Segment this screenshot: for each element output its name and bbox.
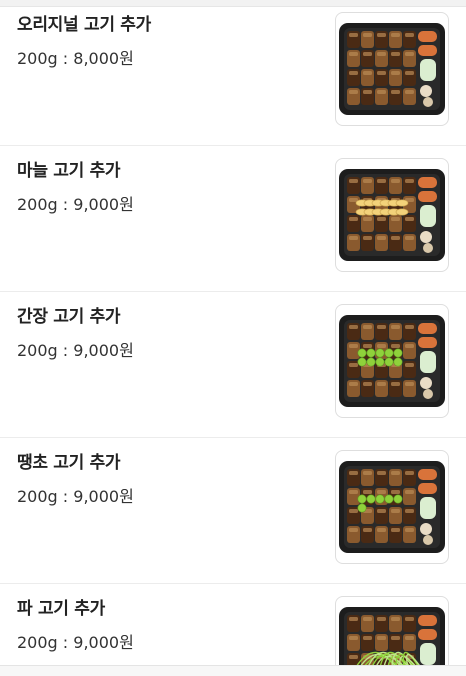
food-photo-soy[interactable] (335, 304, 449, 418)
menu-item-name: 마늘 고기 추가 (17, 161, 121, 181)
menu-item-price: 200g : 9,000원 (17, 487, 134, 506)
menu-item-name: 오리지널 고기 추가 (17, 15, 151, 35)
food-photo-garlic[interactable] (335, 158, 449, 272)
menu-item-name: 간장 고기 추가 (17, 307, 121, 327)
food-box-image (339, 461, 445, 553)
food-box-image (339, 23, 445, 115)
menu-item-original[interactable]: 오리지널 고기 추가 200g : 8,000원 (0, 0, 466, 146)
menu-item-name: 땡초 고기 추가 (17, 453, 121, 473)
menu-item-price: 200g : 9,000원 (17, 341, 134, 360)
menu-item-soy[interactable]: 간장 고기 추가 200g : 9,000원 (0, 292, 466, 438)
food-photo-scallion[interactable] (335, 596, 449, 676)
menu-item-price: 200g : 8,000원 (17, 49, 134, 68)
food-box-image (339, 169, 445, 261)
menu-item-chili[interactable]: 땡초 고기 추가 200g : 9,000원 (0, 438, 466, 584)
menu-item-garlic[interactable]: 마늘 고기 추가 200g : 9,000원 (0, 146, 466, 292)
menu-item-price: 200g : 9,000원 (17, 633, 134, 652)
menu-item-name: 파 고기 추가 (17, 599, 105, 619)
bottom-divider (0, 665, 466, 676)
food-photo-chili[interactable] (335, 450, 449, 564)
menu-item-scallion[interactable]: 파 고기 추가 200g : 9,000원 (0, 584, 466, 676)
food-box-image (339, 315, 445, 407)
food-photo-original[interactable] (335, 12, 449, 126)
menu-item-price: 200g : 9,000원 (17, 195, 134, 214)
